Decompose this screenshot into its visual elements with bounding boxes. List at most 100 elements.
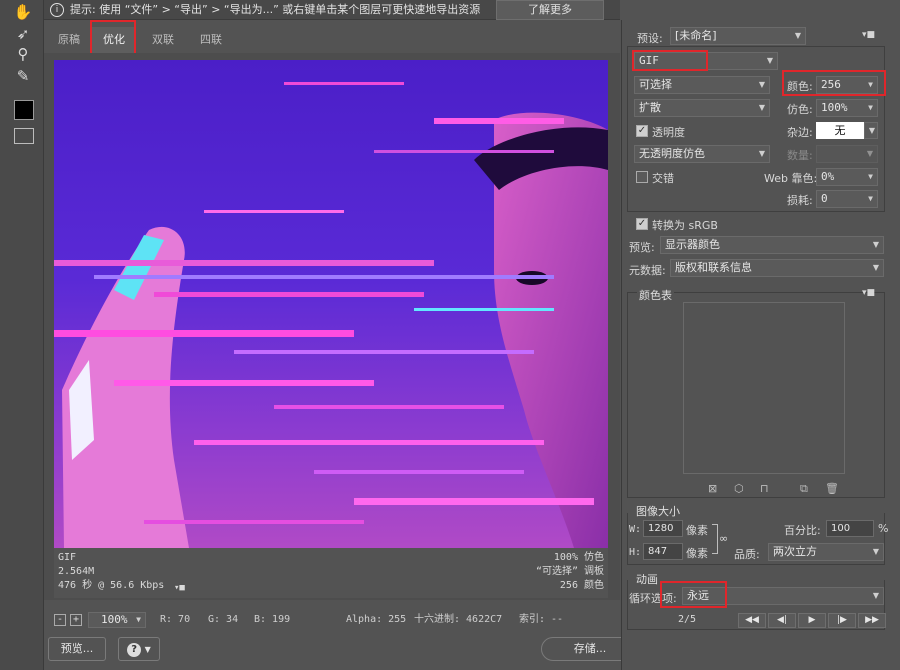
web-snap-label: Web 靠色:: [764, 172, 818, 185]
lock-color-icon[interactable]: ⊓: [760, 482, 769, 495]
tab-4up[interactable]: 四联: [190, 27, 232, 53]
tab-2up[interactable]: 双联: [142, 27, 184, 53]
optimize-menu-icon[interactable]: ▾■: [862, 30, 875, 40]
slice-select-tool-icon[interactable]: ➶: [12, 24, 34, 44]
reduction-value: 可选择: [639, 78, 672, 91]
previous-frame-button[interactable]: ◀|: [768, 613, 796, 628]
color-table-menu-icon[interactable]: ▾■: [862, 288, 875, 298]
eyedropper-color-swatch[interactable]: [14, 100, 34, 120]
quality-dropdown[interactable]: 两次立方 ▼: [768, 543, 884, 561]
hand-tool-icon[interactable]: ✋: [12, 2, 34, 22]
info-download-time: 476 秒 @ 56.6 Kbps: [58, 580, 165, 591]
alpha-readout: Alpha: 255: [346, 614, 407, 625]
interlaced-checkbox[interactable]: [636, 171, 648, 183]
lossy-value: 0: [821, 192, 828, 205]
web-snap-dropdown[interactable]: 0% ▼: [816, 168, 878, 186]
first-frame-icon: ◀◀: [745, 615, 759, 625]
percent-field[interactable]: 100: [826, 520, 874, 537]
preset-dropdown[interactable]: [未命名] ▼: [670, 27, 806, 45]
web-snap-value: 0%: [821, 170, 835, 183]
preview-label: 预览:: [629, 241, 655, 254]
lossy-dropdown[interactable]: 0 ▼: [816, 190, 878, 208]
dither-amount-dropdown[interactable]: 100% ▼: [816, 99, 878, 117]
image-info-panel: GIF 2.564M 476 秒 @ 56.6 Kbps ▾■ 100% 仿色 …: [54, 548, 608, 598]
color-table-title: 颜色表: [637, 287, 674, 303]
eyedropper-tool-icon[interactable]: ✎: [12, 66, 34, 86]
height-field[interactable]: 847: [643, 543, 683, 560]
toggle-slices-icon[interactable]: [14, 128, 34, 144]
srgb-label: 转换为 sRGB: [652, 219, 718, 232]
zoom-tool-icon[interactable]: ⚲: [12, 44, 34, 64]
help-button[interactable]: ? ▼: [118, 637, 160, 661]
map-to-transparent-icon[interactable]: ⊠: [708, 482, 717, 495]
transparency-checkbox[interactable]: ✓: [636, 125, 648, 137]
info-palette: “可选择” 调板: [535, 566, 604, 577]
matte-value[interactable]: 无: [816, 122, 864, 139]
tab-original[interactable]: 原稿: [50, 27, 88, 53]
preview-button[interactable]: 预览...: [48, 637, 106, 661]
zoom-value: 100%: [101, 613, 128, 626]
zoom-in-button[interactable]: +: [70, 614, 82, 626]
first-frame-button[interactable]: ◀◀: [738, 613, 766, 628]
zoom-out-button[interactable]: -: [54, 614, 66, 626]
last-frame-button[interactable]: ▶▶: [858, 613, 886, 628]
interlaced-label: 交错: [652, 172, 674, 185]
srgb-checkbox[interactable]: ✓: [636, 218, 648, 230]
previous-frame-icon: ◀|: [777, 615, 787, 625]
dither-label: 仿色:: [787, 103, 813, 116]
dither-amount-value: 100%: [821, 101, 848, 114]
matte-label: 杂边:: [787, 126, 813, 139]
green-readout: G: 34: [208, 614, 239, 625]
next-frame-button[interactable]: |▶: [828, 613, 856, 628]
preset-value: [未命名]: [675, 29, 717, 42]
quality-label: 品质:: [734, 548, 760, 561]
preview-dropdown[interactable]: 显示器颜色 ▼: [660, 236, 884, 254]
dither-algorithm-value: 扩散: [639, 101, 661, 114]
download-menu-icon[interactable]: ▾■: [174, 582, 185, 594]
preview-value: 显示器颜色: [665, 238, 720, 251]
width-unit: 像素: [686, 524, 708, 537]
web-shift-icon[interactable]: ⬡: [734, 482, 744, 495]
loop-highlight-box: [660, 581, 727, 608]
matte-dropdown-arrow[interactable]: ▼: [864, 122, 878, 139]
transparency-dither-value: 无透明度仿色: [639, 147, 705, 160]
format-highlight-box: [632, 50, 708, 71]
transparency-label: 透明度: [652, 126, 685, 139]
frame-counter: 2/5: [678, 614, 697, 625]
width-field[interactable]: 1280: [643, 520, 683, 537]
zoom-dropdown[interactable]: 100% ▼: [88, 612, 146, 628]
optimized-image-preview: [54, 60, 608, 548]
index-readout: 索引: --: [519, 614, 564, 625]
amount-dropdown[interactable]: ▼: [816, 145, 878, 163]
reduction-dropdown[interactable]: 可选择 ▼: [634, 76, 770, 94]
new-color-icon[interactable]: ⧉: [800, 482, 808, 496]
play-button[interactable]: ▶: [798, 613, 826, 628]
percent-label: 百分比:: [784, 524, 821, 537]
amount-label: 数量:: [787, 149, 813, 162]
metadata-label: 元数据:: [629, 264, 666, 277]
link-icon[interactable]: ∞: [719, 532, 728, 545]
constrain-bracket: [712, 524, 718, 554]
play-icon: ▶: [808, 615, 816, 625]
transparency-dither-dropdown[interactable]: 无透明度仿色 ▼: [634, 145, 770, 163]
info-format: GIF: [58, 552, 77, 563]
color-table-grid[interactable]: [683, 302, 845, 474]
hex-readout: 十六进制: 4622C7: [414, 614, 503, 625]
last-frame-icon: ▶▶: [865, 615, 879, 625]
height-label: H:: [629, 547, 642, 558]
status-bar: - + 100% ▼ R: 70 G: 34 B: 199 Alpha: 255 …: [44, 610, 620, 630]
percent-unit: %: [878, 522, 889, 535]
lossy-label: 损耗:: [787, 194, 813, 207]
info-dither: 100% 仿色: [553, 552, 604, 563]
width-label: W:: [629, 524, 642, 535]
height-unit: 像素: [686, 547, 708, 560]
learn-more-button[interactable]: 了解更多: [496, 0, 604, 20]
tool-bar: ✋ ➶ ⚲ ✎: [0, 0, 44, 670]
metadata-dropdown[interactable]: 版权和联系信息 ▼: [670, 259, 884, 277]
delete-color-icon[interactable]: 🗑: [825, 482, 839, 495]
red-readout: R: 70: [160, 614, 191, 625]
dither-algorithm-dropdown[interactable]: 扩散 ▼: [634, 99, 770, 117]
blue-readout: B: 199: [254, 614, 291, 625]
info-size: 2.564M: [58, 566, 95, 577]
quality-value: 两次立方: [773, 545, 817, 558]
